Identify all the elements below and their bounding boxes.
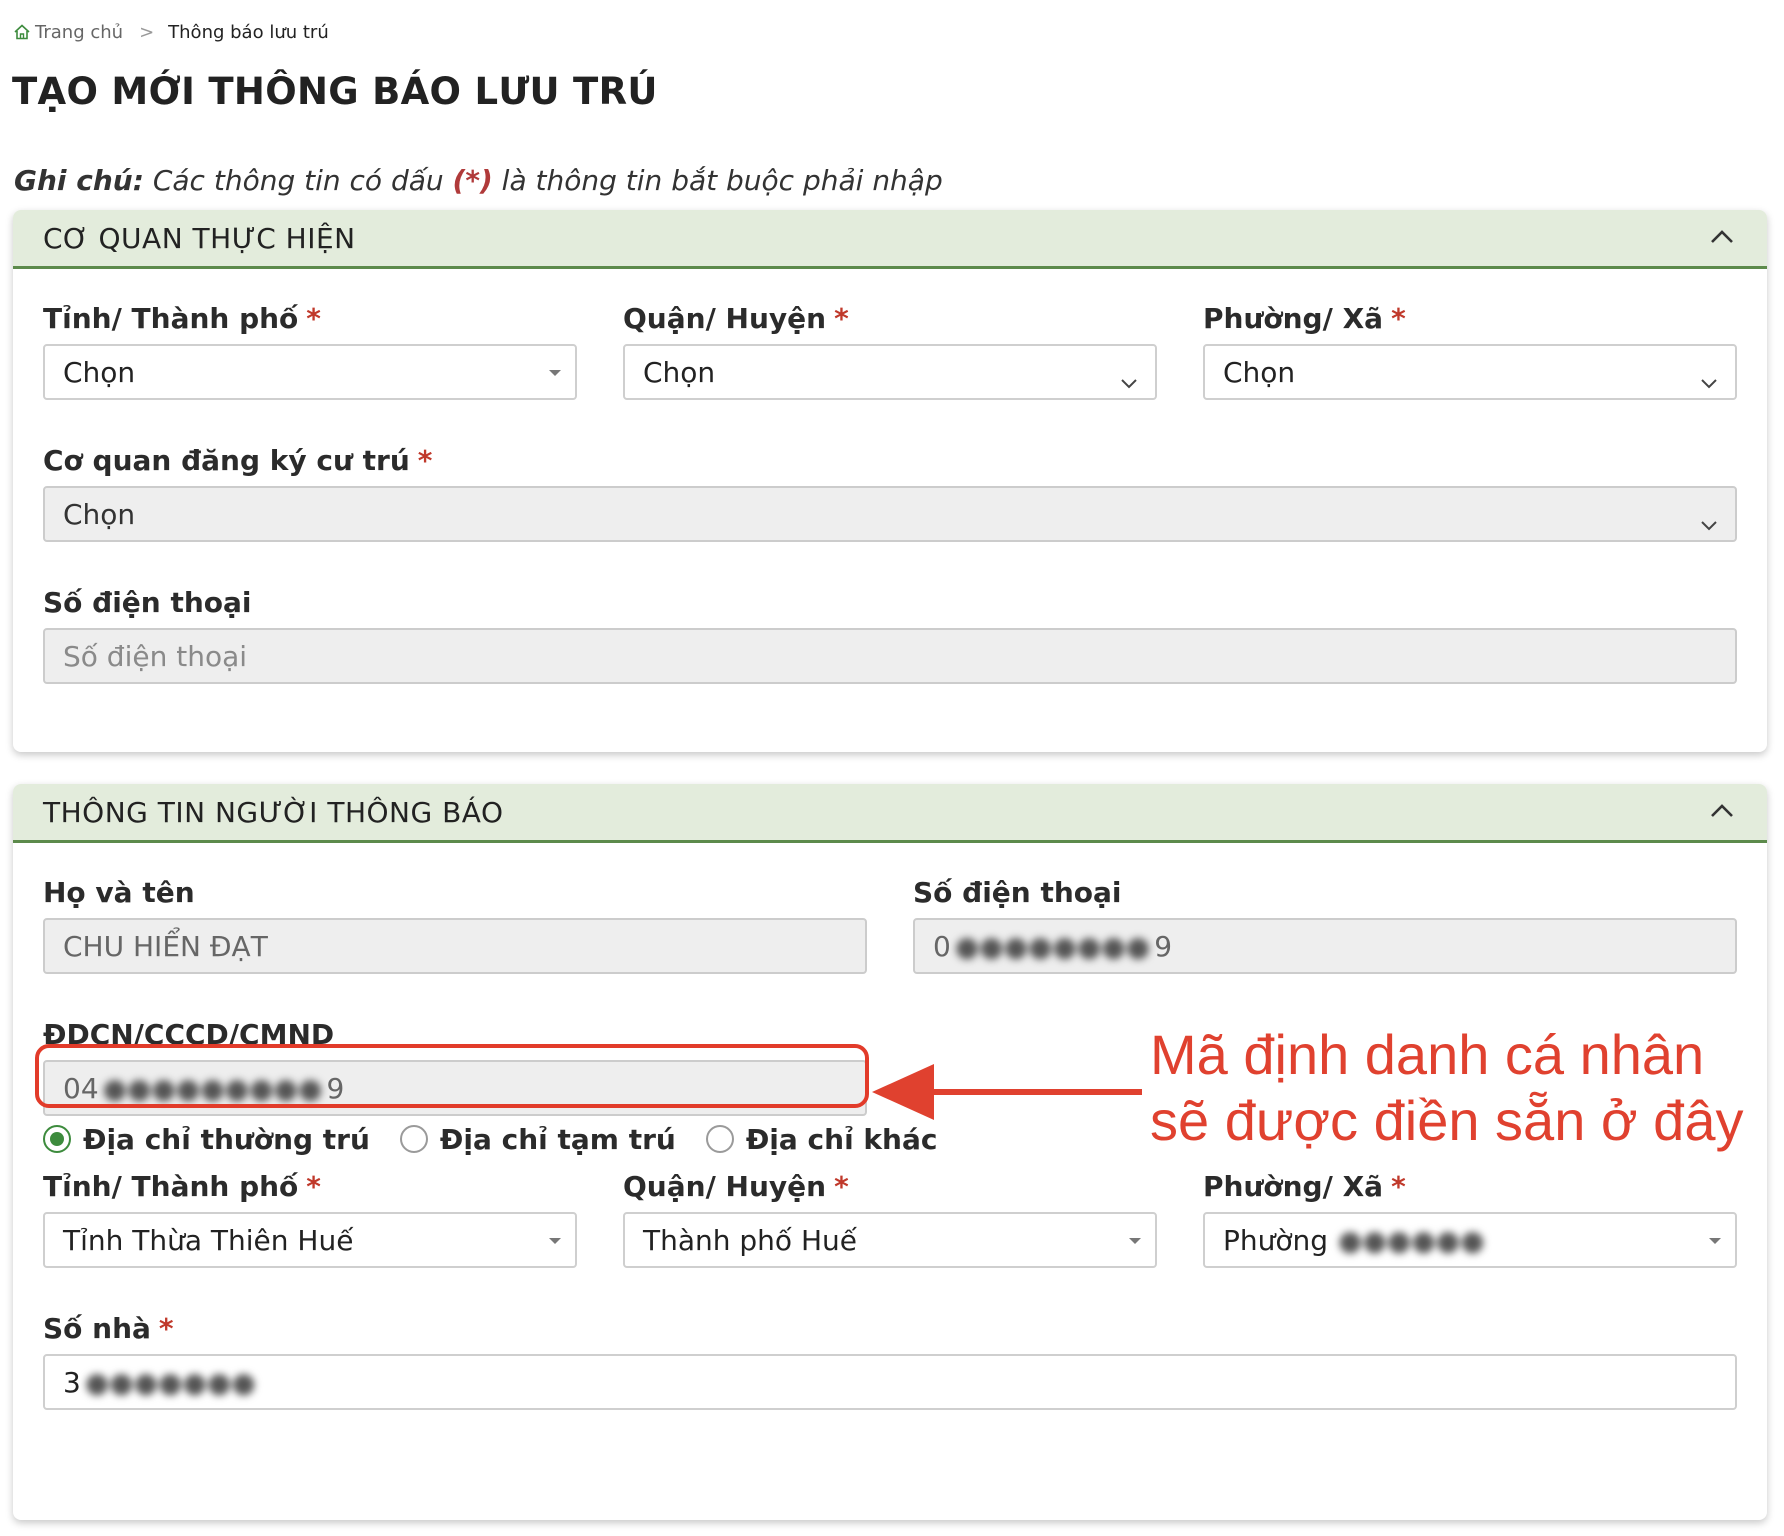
agency-ward-value: Chọn [1223, 355, 1296, 389]
address-ward-label-text: Phường/ Xã [1203, 1170, 1384, 1203]
home-icon[interactable] [13, 23, 31, 41]
address-province-select[interactable]: Tỉnh Thừa Thiên Huế [43, 1212, 577, 1268]
agency-province-value: Chọn [63, 355, 136, 389]
house-number-input[interactable]: 3 ●●●●●●● [43, 1354, 1737, 1410]
annotation-line-2: sẽ được điền sẵn ở đây [1150, 1089, 1744, 1152]
radio-permanent-label: Địa chỉ thường trú [83, 1122, 370, 1156]
agency-ward-label-text: Phường/ Xã [1203, 302, 1384, 335]
registration-office-label-text: Cơ quan đăng ký cư trú [43, 444, 410, 477]
redacted-house-number: ●●●●●●● [84, 1365, 256, 1399]
caret-down-icon [549, 1238, 561, 1244]
notifier-phone-label: Số điện thoại [913, 876, 1122, 909]
radio-temporary-label: Địa chỉ tạm trú [439, 1122, 676, 1156]
chevron-down-icon [1119, 364, 1139, 389]
address-district-select[interactable]: Thành phố Huế [623, 1212, 1157, 1268]
required-mark: * [306, 1170, 321, 1203]
required-mark: * [834, 1170, 849, 1203]
annotation-text: Mã định danh cá nhân sẽ được điền sẵn ở … [1150, 1022, 1743, 1154]
registration-office-select[interactable]: Chọn [43, 486, 1737, 542]
notifier-section-title: THÔNG TIN NGƯỜI THÔNG BÁO [43, 796, 504, 829]
agency-phone-input[interactable]: Số điện thoại [43, 628, 1737, 684]
radio-checked-icon[interactable] [43, 1125, 71, 1153]
agency-district-label-text: Quận/ Huyện [623, 302, 827, 335]
registration-office-label: Cơ quan đăng ký cư trú * [43, 444, 432, 477]
address-type-radio-group: Địa chỉ thường trú Địa chỉ tạm trú Địa c… [43, 1119, 967, 1159]
id-number-highlight [35, 1044, 869, 1108]
notifier-phone-value-end: 9 [1154, 929, 1173, 963]
caret-down-icon [1129, 1238, 1141, 1244]
agency-ward-label: Phường/ Xã * [1203, 302, 1406, 335]
annotation-line-1: Mã định danh cá nhân [1150, 1023, 1705, 1086]
notifier-phone-input[interactable]: 0 ●●●●●●●● 9 [913, 918, 1737, 974]
address-province-label-text: Tỉnh/ Thành phố [43, 1170, 299, 1203]
redacted-phone-digits: ●●●●●●●● [954, 929, 1151, 963]
breadcrumb-current: Thông báo lưu trú [168, 21, 329, 43]
agency-phone-placeholder: Số điện thoại [63, 639, 248, 673]
notifier-section-header[interactable]: THÔNG TIN NGƯỜI THÔNG BÁO [13, 784, 1767, 843]
address-district-label: Quận/ Huyện * [623, 1170, 849, 1203]
breadcrumb-home-link[interactable]: Trang chủ [35, 22, 123, 43]
radio-other-label: Địa chỉ khác [745, 1122, 938, 1156]
agency-district-value: Chọn [643, 355, 716, 389]
radio-temporary-address[interactable]: Địa chỉ tạm trú [399, 1122, 676, 1156]
chevron-up-icon[interactable] [1709, 226, 1735, 248]
agency-province-label-text: Tỉnh/ Thành phố [43, 302, 299, 335]
chevron-down-icon [1699, 506, 1719, 531]
breadcrumb-separator: > [139, 21, 155, 43]
required-mark: * [417, 444, 433, 477]
address-province-label: Tỉnh/ Thành phố * [43, 1170, 321, 1203]
notifier-phone-value-start: 0 [933, 929, 951, 963]
note-text-before: Các thông tin có dấu [143, 164, 453, 197]
agency-section-header[interactable]: CƠ QUAN THỰC HIỆN [13, 210, 1767, 269]
registration-office-value: Chọn [63, 497, 136, 531]
required-mark: * [306, 302, 321, 335]
address-district-value: Thành phố Huế [643, 1223, 857, 1257]
note-required-mark: (*) [452, 164, 493, 197]
required-note: Ghi chú: Các thông tin có dấu (*) là thô… [14, 164, 943, 197]
agency-section: CƠ QUAN THỰC HIỆN Tỉnh/ Thành phố * Chọn … [13, 210, 1767, 752]
agency-ward-select[interactable]: Chọn [1203, 344, 1737, 400]
agency-province-label: Tỉnh/ Thành phố * [43, 302, 321, 335]
required-mark: * [1391, 302, 1406, 335]
breadcrumb: Trang chủ > Thông báo lưu trú [13, 20, 329, 44]
chevron-down-icon [1699, 364, 1719, 389]
caret-down-icon [549, 370, 561, 376]
radio-unchecked-icon[interactable] [399, 1125, 428, 1153]
radio-unchecked-icon[interactable] [705, 1125, 734, 1153]
address-ward-value-prefix: Phường [1223, 1223, 1329, 1257]
house-number-label: Số nhà * [43, 1312, 174, 1345]
chevron-up-icon[interactable] [1709, 800, 1735, 822]
required-mark: * [158, 1312, 174, 1345]
radio-other-address[interactable]: Địa chỉ khác [705, 1122, 938, 1156]
page-title: TẠO MỚI THÔNG BÁO LƯU TRÚ [12, 70, 658, 113]
full-name-value: CHU HIỂN ĐẠT [63, 929, 268, 963]
note-label: Ghi chú: [14, 164, 144, 197]
annotation-arrow-icon [872, 1064, 1142, 1120]
agency-district-select[interactable]: Chọn [623, 344, 1157, 400]
agency-phone-label: Số điện thoại [43, 586, 252, 619]
agency-province-select[interactable]: Chọn [43, 344, 577, 400]
house-number-value-start: 3 [63, 1365, 81, 1399]
address-province-value: Tỉnh Thừa Thiên Huế [63, 1223, 354, 1257]
redacted-ward-name: ●●●●●● [1338, 1223, 1485, 1257]
agency-section-title: CƠ QUAN THỰC HIỆN [43, 222, 356, 255]
full-name-input[interactable]: CHU HIỂN ĐẠT [43, 918, 867, 974]
radio-permanent-address[interactable]: Địa chỉ thường trú [43, 1123, 370, 1156]
note-text-after: là thông tin bắt buộc phải nhập [492, 164, 943, 197]
address-ward-select[interactable]: Phường ●●●●●● [1203, 1212, 1737, 1268]
full-name-label: Họ và tên [43, 876, 195, 909]
house-number-label-text: Số nhà [43, 1312, 151, 1345]
address-ward-label: Phường/ Xã * [1203, 1170, 1406, 1203]
required-mark: * [1391, 1170, 1406, 1203]
required-mark: * [834, 302, 849, 335]
address-district-label-text: Quận/ Huyện [623, 1170, 827, 1203]
caret-down-icon [1709, 1238, 1721, 1244]
agency-district-label: Quận/ Huyện * [623, 302, 849, 335]
